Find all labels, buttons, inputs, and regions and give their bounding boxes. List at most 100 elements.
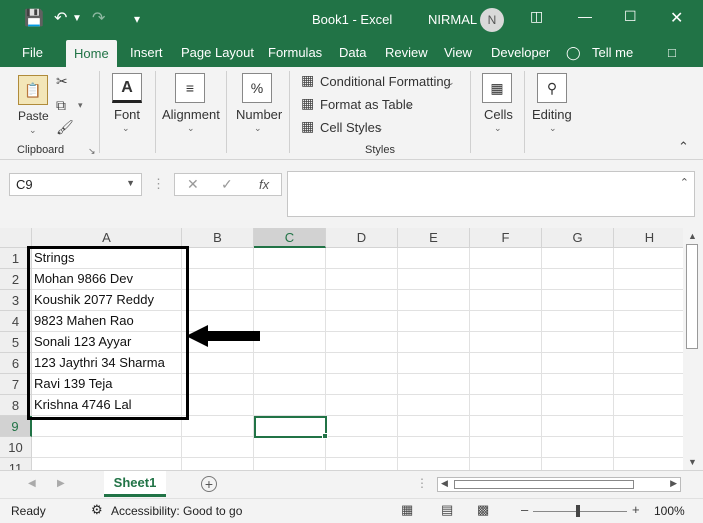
editing-icon[interactable]: ⚲ bbox=[537, 73, 567, 103]
sheet-tab-active[interactable]: Sheet1 bbox=[104, 471, 166, 497]
vertical-scrollbar[interactable]: ▲ ▼ bbox=[683, 228, 703, 470]
font-dropdown-icon[interactable]: ⌄ bbox=[122, 123, 130, 134]
grid-cell[interactable] bbox=[326, 458, 398, 470]
zoom-slider-thumb[interactable] bbox=[576, 505, 580, 517]
grid-cell[interactable] bbox=[614, 374, 683, 395]
collapse-ribbon-icon[interactable]: ⌃ bbox=[678, 139, 689, 155]
column-header[interactable]: B bbox=[182, 228, 254, 248]
tab-review[interactable]: Review bbox=[385, 45, 428, 60]
zoom-level[interactable]: 100% bbox=[654, 504, 685, 518]
undo-icon[interactable]: ↶ bbox=[54, 8, 67, 28]
grid-cell[interactable] bbox=[326, 416, 398, 437]
grid-cell[interactable] bbox=[614, 437, 683, 458]
ribbon-display-icon[interactable]: ◫ bbox=[530, 8, 543, 25]
alignment-button[interactable]: Alignment bbox=[162, 107, 220, 122]
comments-icon[interactable]: □ bbox=[668, 45, 676, 60]
grid-cell[interactable] bbox=[398, 416, 470, 437]
grid-cell[interactable] bbox=[254, 437, 326, 458]
grid-cell[interactable] bbox=[542, 269, 614, 290]
zoom-slider[interactable] bbox=[533, 511, 627, 512]
grid-cell[interactable] bbox=[542, 458, 614, 470]
grid-cell[interactable] bbox=[470, 395, 542, 416]
grid-cell[interactable] bbox=[32, 458, 182, 470]
grid-cell[interactable] bbox=[614, 248, 683, 269]
grid-cell[interactable] bbox=[470, 290, 542, 311]
normal-view-icon[interactable]: ▦ bbox=[401, 502, 413, 518]
worksheet-grid[interactable]: A B C D E F G H 1 Strings 2 Mohan 9866 Dev 3… bbox=[0, 228, 683, 470]
grid-cell[interactable] bbox=[32, 437, 182, 458]
grid-cell[interactable] bbox=[398, 374, 470, 395]
grid-cell[interactable] bbox=[470, 332, 542, 353]
grid-cell[interactable] bbox=[182, 290, 254, 311]
prev-sheet-icon[interactable]: ◀ bbox=[28, 478, 36, 489]
grid-cell[interactable] bbox=[182, 374, 254, 395]
tab-data[interactable]: Data bbox=[339, 45, 366, 60]
column-header[interactable]: H bbox=[614, 228, 683, 248]
format-painter-icon[interactable]: 🖌 bbox=[56, 119, 74, 136]
grid-cell[interactable] bbox=[398, 332, 470, 353]
cut-icon[interactable]: ✂ bbox=[56, 73, 68, 90]
column-header[interactable]: F bbox=[470, 228, 542, 248]
grid-cell[interactable] bbox=[182, 353, 254, 374]
grid-cell[interactable] bbox=[542, 374, 614, 395]
scroll-up-icon[interactable]: ▲ bbox=[688, 231, 697, 241]
editing-dropdown-icon[interactable]: ⌄ bbox=[549, 123, 557, 134]
grid-cell[interactable] bbox=[614, 395, 683, 416]
tab-view[interactable]: View bbox=[444, 45, 472, 60]
grid-cell[interactable] bbox=[470, 269, 542, 290]
grid-cell[interactable] bbox=[542, 332, 614, 353]
number-format-icon[interactable]: % bbox=[242, 73, 272, 103]
grid-cell[interactable] bbox=[470, 416, 542, 437]
scroll-right-icon[interactable]: ▶ bbox=[670, 478, 677, 489]
grid-cell[interactable] bbox=[254, 290, 326, 311]
grid-cell[interactable] bbox=[398, 353, 470, 374]
paste-dropdown-icon[interactable]: ⌄ bbox=[29, 125, 37, 136]
user-name[interactable]: NIRMAL bbox=[428, 12, 477, 27]
cell-styles-button[interactable]: Cell Styles bbox=[320, 120, 381, 135]
conditional-formatting-button[interactable]: Conditional Formatting bbox=[320, 74, 451, 89]
save-icon[interactable]: 💾 bbox=[24, 8, 44, 28]
grid-cell[interactable] bbox=[470, 458, 542, 470]
scroll-down-icon[interactable]: ▼ bbox=[688, 457, 697, 467]
grid-cell[interactable] bbox=[398, 290, 470, 311]
cancel-icon[interactable]: ✕ bbox=[187, 176, 199, 193]
editing-button[interactable]: Editing bbox=[532, 107, 572, 122]
grid-cell[interactable] bbox=[326, 269, 398, 290]
grid-cell[interactable] bbox=[182, 269, 254, 290]
grid-cell[interactable] bbox=[398, 248, 470, 269]
column-header[interactable]: G bbox=[542, 228, 614, 248]
redo-icon[interactable]: ↷ bbox=[92, 8, 105, 28]
grid-cell[interactable] bbox=[470, 248, 542, 269]
grid-cell[interactable] bbox=[542, 353, 614, 374]
cell-styles-icon[interactable]: ▦ bbox=[301, 118, 314, 135]
enter-icon[interactable]: ✓ bbox=[221, 176, 233, 193]
number-button[interactable]: Number bbox=[236, 107, 282, 122]
grid-cell[interactable] bbox=[470, 437, 542, 458]
number-dropdown-icon[interactable]: ⌄ bbox=[254, 123, 262, 134]
grid-cell[interactable] bbox=[542, 248, 614, 269]
grid-cell[interactable] bbox=[182, 437, 254, 458]
grid-cell[interactable] bbox=[470, 353, 542, 374]
grid-cell[interactable] bbox=[614, 353, 683, 374]
grid-cell[interactable] bbox=[326, 374, 398, 395]
grid-cell[interactable] bbox=[182, 416, 254, 437]
grid-cell[interactable] bbox=[254, 458, 326, 470]
font-button[interactable]: Font bbox=[114, 107, 140, 122]
select-all-corner[interactable] bbox=[0, 228, 32, 248]
font-icon[interactable]: A bbox=[112, 73, 142, 103]
formula-input[interactable]: ⌃ bbox=[287, 171, 695, 217]
name-box-dropdown-icon[interactable]: ▼ bbox=[126, 178, 135, 188]
grid-cell[interactable] bbox=[182, 395, 254, 416]
grid-cell[interactable] bbox=[326, 311, 398, 332]
grid-cell[interactable] bbox=[542, 437, 614, 458]
scroll-thumb[interactable] bbox=[686, 244, 698, 349]
paste-icon[interactable]: 📋 bbox=[18, 75, 48, 105]
alignment-dropdown-icon[interactable]: ⌄ bbox=[187, 123, 195, 134]
grid-cell[interactable] bbox=[254, 395, 326, 416]
next-sheet-icon[interactable]: ▶ bbox=[57, 478, 65, 489]
grid-cell[interactable] bbox=[614, 332, 683, 353]
format-as-table-button[interactable]: Format as Table bbox=[320, 97, 413, 112]
paste-button[interactable]: Paste bbox=[18, 109, 49, 123]
tab-formulas[interactable]: Formulas bbox=[268, 45, 322, 60]
grid-cell[interactable] bbox=[326, 395, 398, 416]
